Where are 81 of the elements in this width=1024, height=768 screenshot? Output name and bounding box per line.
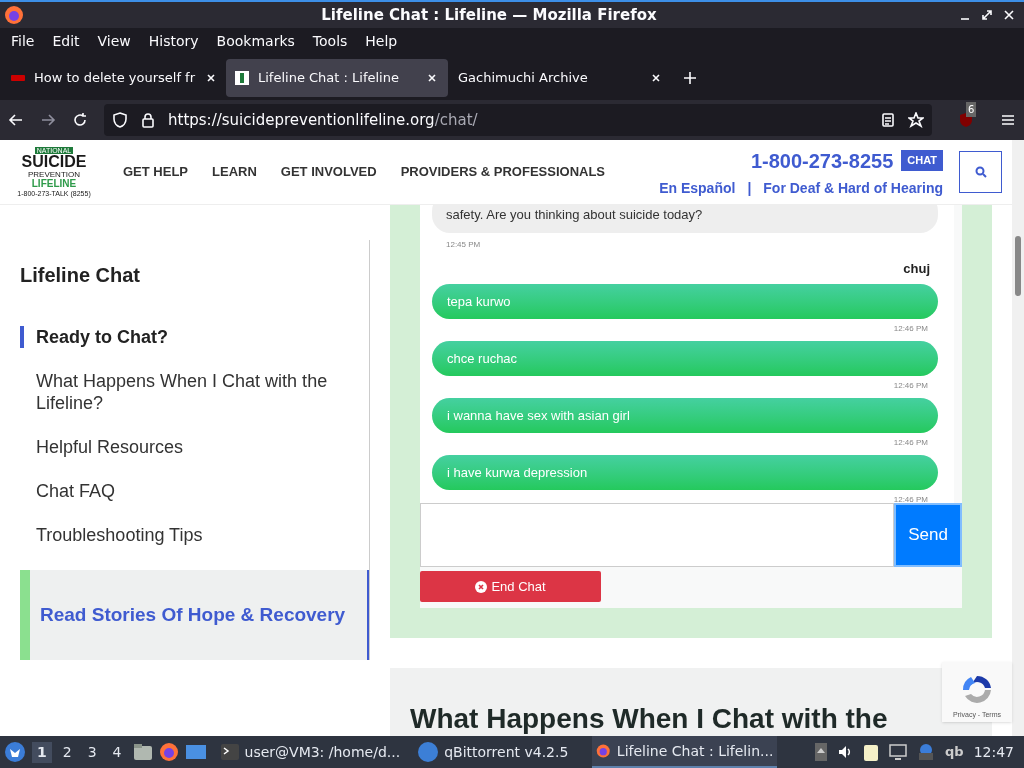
workspace-button[interactable]: 1 <box>32 741 52 763</box>
star-icon[interactable] <box>908 112 924 128</box>
back-icon[interactable] <box>8 112 24 128</box>
sidebar-link[interactable]: Ready to Chat? <box>20 326 369 348</box>
firefox-icon <box>4 5 24 25</box>
menu-item[interactable]: Help <box>356 31 407 52</box>
url-text: https://suicidepreventionlifeline.org/chat/ <box>168 109 479 131</box>
speaker-icon <box>837 744 853 760</box>
separator: | <box>747 178 752 198</box>
workspace-button[interactable]: 4 <box>107 741 127 763</box>
message-bubble: chce ruchac <box>432 341 938 376</box>
tab-label: Lifeline Chat : Lifeline <box>258 68 400 87</box>
timestamp: 12:46 PM <box>893 380 928 392</box>
chat-badge[interactable]: CHAT <box>901 150 943 171</box>
shield-icon <box>112 112 128 128</box>
menu-item[interactable]: View <box>88 31 140 52</box>
nav-link[interactable]: PROVIDERS & PROFESSIONALS <box>400 162 606 182</box>
folder-icon <box>132 743 153 761</box>
header-link[interactable]: En Español <box>659 177 736 199</box>
tab-label: How to delete yourself fr <box>34 68 195 87</box>
browser-tab[interactable]: Lifeline Chat : Lifeline <box>226 58 448 97</box>
timestamp: 12:45 PM <box>445 238 482 251</box>
menu-item[interactable]: History <box>139 31 208 52</box>
menu-item[interactable]: Tools <box>303 31 357 52</box>
tray-label[interactable]: qb <box>945 742 964 762</box>
sidebar-title: Lifeline Chat <box>20 263 141 288</box>
sidebar-link[interactable]: Chat FAQ <box>20 480 369 502</box>
lock-icon <box>140 112 156 128</box>
nav-link[interactable]: GET INVOLVED <box>280 162 377 182</box>
search-button[interactable] <box>959 151 1002 193</box>
extension-badge: 6 <box>966 102 977 117</box>
close-circle-icon <box>475 580 488 593</box>
clipboard-icon <box>863 743 879 761</box>
timestamp: 12:46 PM <box>893 494 928 503</box>
taskbar-button[interactable]: user@VM3: /home/d... <box>216 736 405 768</box>
forward-icon[interactable] <box>40 112 56 128</box>
sidebar-link[interactable]: Troubleshooting Tips <box>20 524 369 546</box>
message-bubble: i wanna have sex with asian girl <box>432 398 938 433</box>
window-title: Lifeline Chat : Lifeline — Mozilla Firefox <box>320 4 658 26</box>
site-icon <box>234 69 250 86</box>
nav-link[interactable]: GET HELP <box>123 162 188 182</box>
menu-icon[interactable] <box>1000 112 1016 128</box>
firefox-icon <box>158 742 179 762</box>
clock: 12:47 <box>973 742 1014 762</box>
sender-name: chuj <box>903 259 930 278</box>
tab-label: Gachimuchi Archive <box>458 68 589 87</box>
menu-item[interactable]: Bookmarks <box>207 31 304 52</box>
network-icon <box>889 744 907 760</box>
browser-tab[interactable]: How to delete yourself fr <box>2 58 224 97</box>
end-chat-button[interactable]: End Chat <box>420 571 601 602</box>
stories-link[interactable]: Read Stories Of Hope & Recovery <box>20 570 369 660</box>
phone-number[interactable]: 1-800-273-8255 <box>750 145 894 176</box>
eject-icon <box>815 743 827 761</box>
message-bubble: safety. Are you thinking about suicide today? <box>432 203 938 233</box>
section-heading: What Happens When I Chat with the <box>410 702 888 736</box>
nav-link[interactable]: LEARN <box>212 162 257 182</box>
message-input[interactable] <box>420 503 894 567</box>
menu-item[interactable]: File <box>2 31 44 52</box>
window-icon <box>184 743 207 761</box>
taskbar-button[interactable]: qBittorrent v4.2.5 <box>414 736 573 768</box>
terminal-icon <box>220 744 239 760</box>
workspace-button[interactable]: 2 <box>57 741 77 763</box>
sidebar-link[interactable]: Helpful Resources <box>20 436 369 458</box>
message-bubble: tepa kurwo <box>432 284 938 319</box>
message-bubble: i have kurwa depression <box>432 455 938 490</box>
sidebar-link[interactable]: What Happens When I Chat with the Lifeline? <box>20 370 369 414</box>
browser-tab[interactable]: Gachimuchi Archive <box>450 58 672 97</box>
maximize-icon[interactable] <box>979 7 995 23</box>
taskbar-button[interactable]: Lifeline Chat : Lifelin... <box>592 736 778 768</box>
search-icon <box>974 166 987 178</box>
reader-view-icon[interactable] <box>880 112 896 128</box>
timestamp: 12:46 PM <box>893 437 928 449</box>
reload-icon[interactable] <box>72 112 88 128</box>
timestamp: 12:46 PM <box>893 323 928 335</box>
new-tab-icon[interactable] <box>682 69 698 86</box>
workspace-button[interactable]: 3 <box>82 741 102 763</box>
send-button[interactable]: Send <box>894 503 962 567</box>
menu-item[interactable]: Edit <box>43 31 89 52</box>
header-link[interactable]: For Deaf & Hard of Hearing <box>763 177 943 199</box>
start-menu-icon <box>4 741 26 763</box>
address-bar[interactable]: https://suicidepreventionlifeline.org/chat/ <box>104 104 932 136</box>
